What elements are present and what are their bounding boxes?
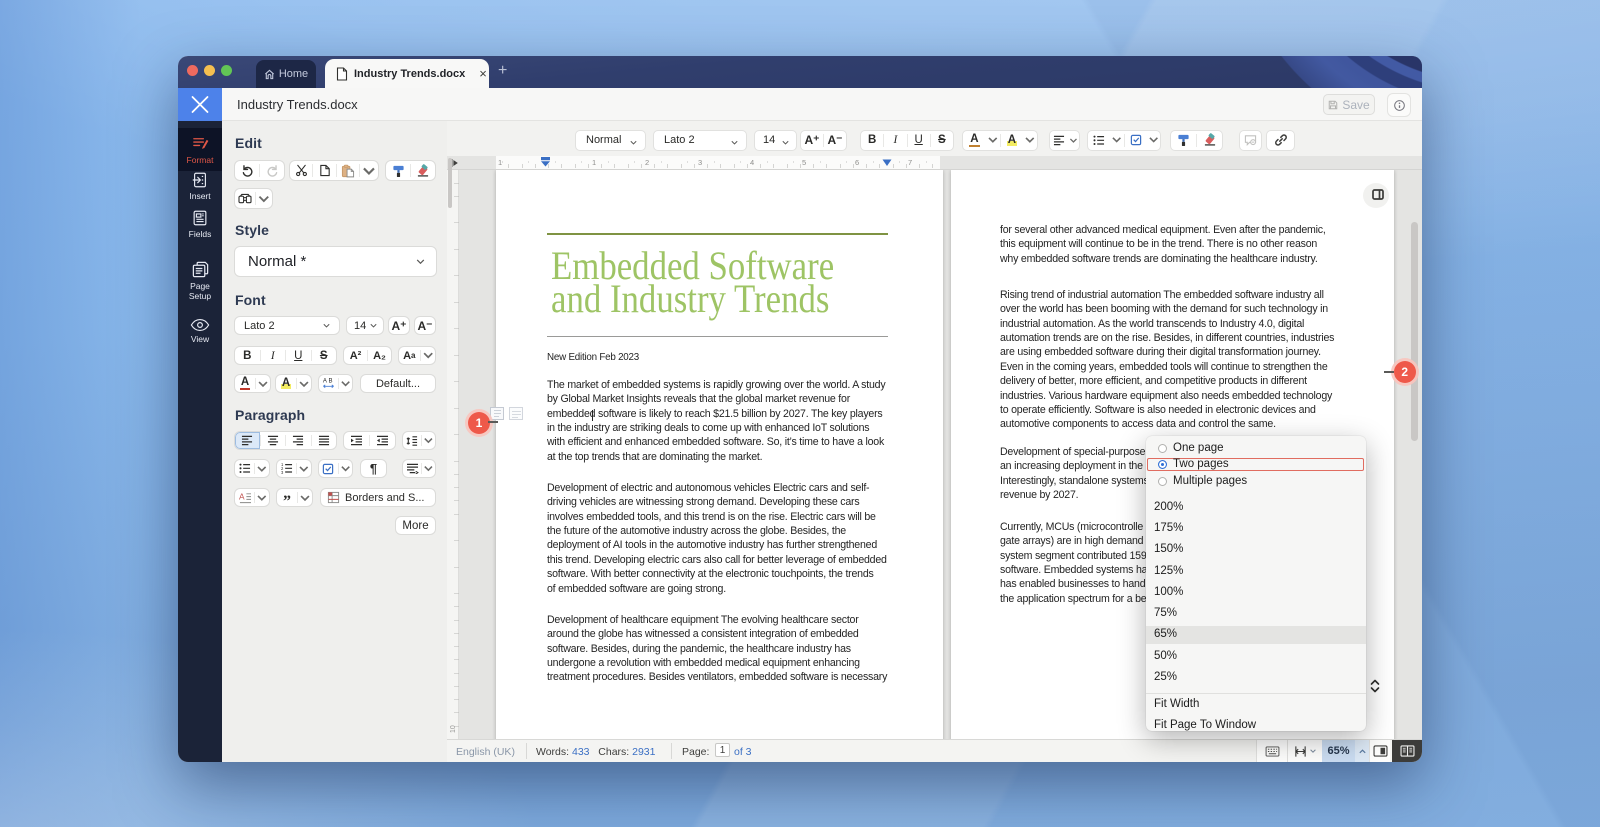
svg-text:A: A bbox=[239, 492, 245, 501]
svg-text:3: 3 bbox=[281, 470, 284, 474]
svg-text:A: A bbox=[323, 379, 327, 385]
svg-text:B: B bbox=[328, 379, 332, 385]
